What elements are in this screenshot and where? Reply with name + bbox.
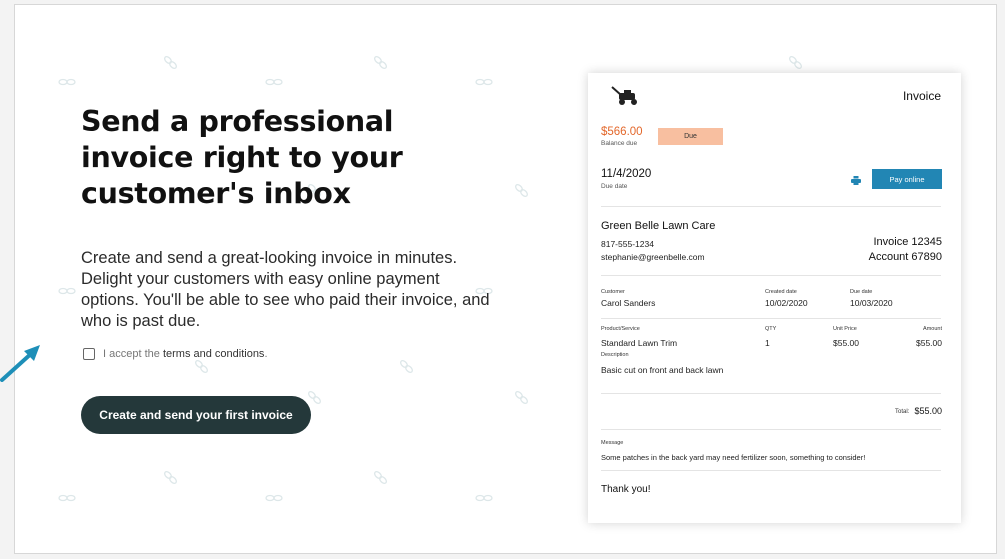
- app-frame: Send a professional invoice right to you…: [14, 4, 997, 554]
- arrow-pointer-icon: [0, 345, 40, 382]
- infinity-decor-icon: [265, 78, 283, 86]
- company-name: Green Belle Lawn Care: [601, 220, 716, 232]
- divider: [601, 429, 941, 430]
- invoice-number: Invoice 12345: [873, 236, 943, 248]
- link-decor-icon: [374, 471, 387, 484]
- divider: [601, 393, 941, 394]
- infinity-decor-icon: [265, 494, 283, 502]
- line-item-amount: $55.00: [916, 338, 942, 348]
- created-date: 10/02/2020: [765, 298, 808, 308]
- created-date-header: Created date: [765, 289, 797, 295]
- terms-row: I accept the terms and conditions.: [83, 348, 268, 360]
- link-decor-icon: [374, 56, 387, 69]
- link-decor-icon: [515, 184, 528, 197]
- status-badge: Due: [658, 128, 723, 145]
- thank-you-text: Thank you!: [601, 484, 651, 495]
- create-invoice-button[interactable]: Create and send your first invoice: [81, 396, 311, 434]
- balance-label: Balance due: [601, 140, 638, 147]
- link-decor-icon: [308, 391, 321, 404]
- due-date-header: Due date: [850, 289, 873, 295]
- link-decor-icon: [515, 391, 528, 404]
- invoice-preview: Invoice $566.00 Balance due Due 11/4/202…: [588, 73, 961, 523]
- terms-prefix: I accept the: [103, 348, 163, 360]
- invoice-title: Invoice: [902, 89, 941, 103]
- company-email: stephanie@greenbelle.com: [601, 252, 705, 262]
- infinity-decor-icon: [58, 287, 76, 295]
- unit-price-header: Unit Price: [833, 326, 857, 332]
- account-number: Account 67890: [868, 251, 942, 263]
- line-item-qty: 1: [765, 338, 770, 348]
- total-label: Total:: [895, 409, 910, 415]
- link-decor-icon: [195, 360, 208, 373]
- link-decor-icon: [789, 56, 802, 69]
- terms-checkbox[interactable]: [83, 348, 95, 360]
- total-amount: $55.00: [914, 406, 942, 416]
- balance-amount: $566.00: [601, 126, 643, 138]
- amount-header: Amount: [923, 326, 942, 332]
- due-date: 11/4/2020: [601, 168, 652, 180]
- link-decor-icon: [164, 471, 177, 484]
- divider: [601, 318, 941, 319]
- pay-online-button[interactable]: Pay online: [872, 169, 942, 189]
- divider: [601, 470, 941, 471]
- divider: [601, 206, 941, 207]
- line-item-product: Standard Lawn Trim: [601, 338, 678, 348]
- qty-header: QTY: [765, 326, 777, 332]
- terms-label: I accept the terms and conditions.: [103, 348, 268, 360]
- divider: [601, 275, 941, 276]
- page-description: Create and send a great-looking invoice …: [81, 249, 490, 330]
- company-phone: 817-555-1234: [601, 239, 654, 249]
- customer-header: Customer: [601, 289, 625, 295]
- infinity-decor-icon: [58, 78, 76, 86]
- terms-link[interactable]: terms and conditions: [163, 348, 265, 360]
- customer-name: Carol Sanders: [601, 298, 656, 308]
- link-decor-icon: [400, 360, 413, 373]
- meta-due-date: 10/03/2020: [850, 298, 893, 308]
- line-item-unit-price: $55.00: [833, 338, 859, 348]
- message-label: Message: [601, 440, 624, 446]
- product-header: Product/Service: [601, 326, 640, 332]
- infinity-decor-icon: [475, 494, 493, 502]
- print-icon[interactable]: [851, 176, 861, 185]
- line-item-description: Basic cut on front and back lawn: [601, 365, 724, 375]
- due-date-label: Due date: [601, 183, 628, 190]
- terms-suffix: .: [264, 348, 268, 360]
- page-headline: Send a professional invoice right to you…: [81, 105, 403, 210]
- description-label: Description: [601, 352, 629, 358]
- lawn-mower-icon: [611, 86, 637, 105]
- message-text: Some patches in the back yard may need f…: [601, 453, 866, 462]
- link-decor-icon: [164, 56, 177, 69]
- infinity-decor-icon: [475, 78, 493, 86]
- infinity-decor-icon: [58, 494, 76, 502]
